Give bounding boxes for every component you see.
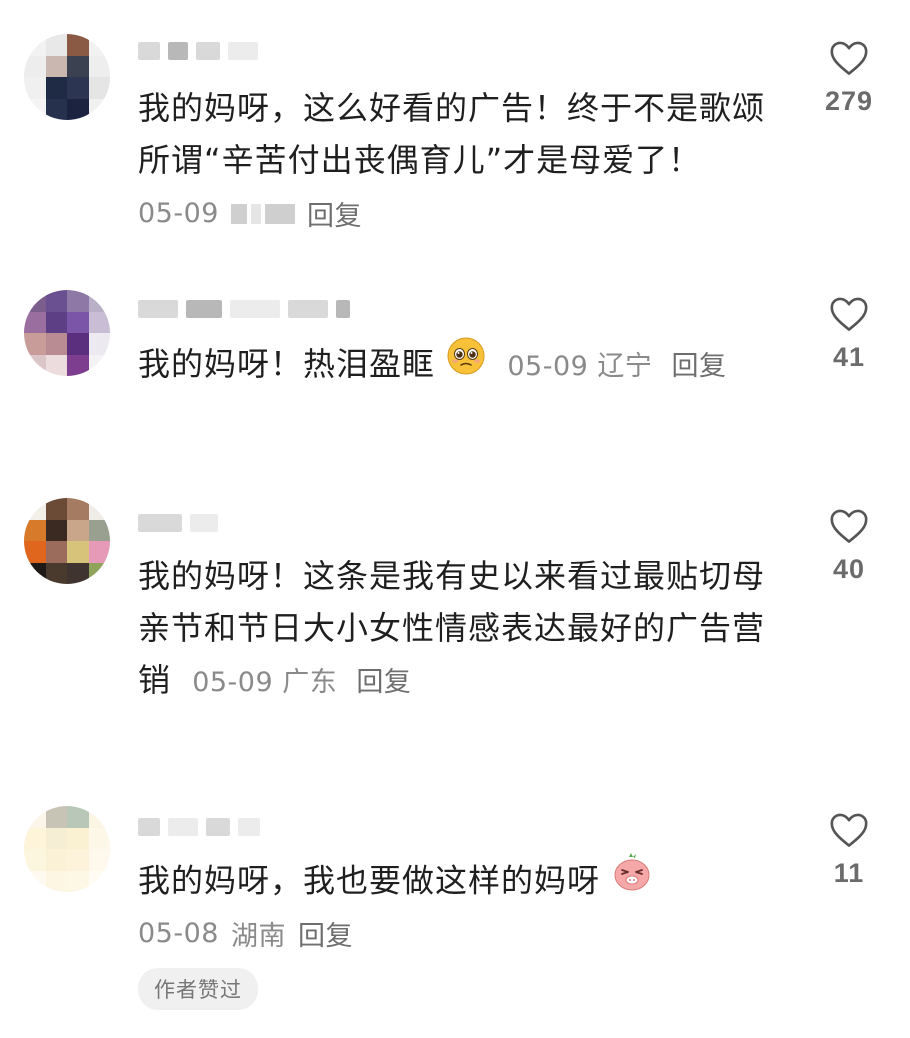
avatar[interactable] [24, 290, 110, 376]
username[interactable] [138, 814, 260, 840]
comment-text: 我的妈呀！热泪盈眶 05-09 辽宁 回复 [138, 336, 778, 394]
heart-outline-icon [830, 41, 868, 75]
avatar[interactable] [24, 498, 110, 584]
comment-location: 湖南 [230, 921, 286, 952]
like-button[interactable]: 40 [806, 508, 892, 585]
like-count: 41 [832, 342, 866, 372]
comment-text: 我的妈呀，这么好看的广告！终于不是歌颂所谓“辛苦付出丧偶育儿”才是母爱了！ [138, 89, 766, 179]
reply-button[interactable]: 回复 [307, 194, 362, 233]
comment-list: 我的妈呀，这么好看的广告！终于不是歌颂所谓“辛苦付出丧偶育儿”才是母爱了！ 05… [0, 0, 910, 1038]
like-button[interactable]: 41 [806, 296, 892, 373]
username[interactable] [138, 38, 258, 64]
like-button[interactable]: 279 [806, 40, 892, 117]
comment-date: 05-09 [507, 351, 589, 382]
username[interactable] [138, 296, 350, 322]
comment-text: 我的妈呀，我也要做这样的妈呀 [138, 851, 768, 911]
like-count: 40 [832, 554, 866, 584]
author-liked-badge: 作者赞过 [138, 968, 258, 1010]
heart-outline-icon [830, 813, 868, 847]
comment-body: 我的妈呀，我也要做这样的妈呀 [138, 861, 601, 900]
reply-button[interactable]: 回复 [672, 351, 727, 382]
avatar[interactable] [24, 806, 110, 892]
comment-date: 05-09 [192, 667, 274, 698]
comment-date: 05-08 [138, 918, 219, 949]
reply-button[interactable]: 回复 [356, 667, 411, 698]
comment-text: 我的妈呀！这条是我有史以来看过最贴切母亲节和节日大小女性情感表达最好的广告营销 … [138, 550, 768, 709]
avatar[interactable] [24, 34, 110, 120]
comment-body: 我的妈呀！热泪盈眶 [138, 345, 436, 383]
comment-meta: 05-09 辽宁 回复 [507, 351, 726, 382]
reply-button[interactable]: 回复 [298, 914, 353, 953]
comment-date: 05-09 [138, 198, 219, 229]
comment-location: 辽宁 [597, 351, 653, 382]
heart-outline-icon [830, 297, 868, 331]
like-count: 279 [824, 86, 874, 116]
comment-location: 广东 [282, 667, 338, 698]
teary-face-emoji [446, 336, 486, 391]
comment-meta: 05-08 湖南 回复 [138, 914, 353, 953]
location-mosaic [230, 203, 295, 224]
like-button[interactable]: 11 [806, 812, 892, 889]
heart-outline-icon [830, 509, 868, 543]
comment-meta: 05-09 回复 [138, 194, 362, 233]
like-count: 11 [833, 858, 865, 888]
pink-pig-emoji [611, 851, 653, 908]
comment-meta: 05-09 广东 回复 [192, 667, 411, 698]
username[interactable] [138, 510, 218, 536]
